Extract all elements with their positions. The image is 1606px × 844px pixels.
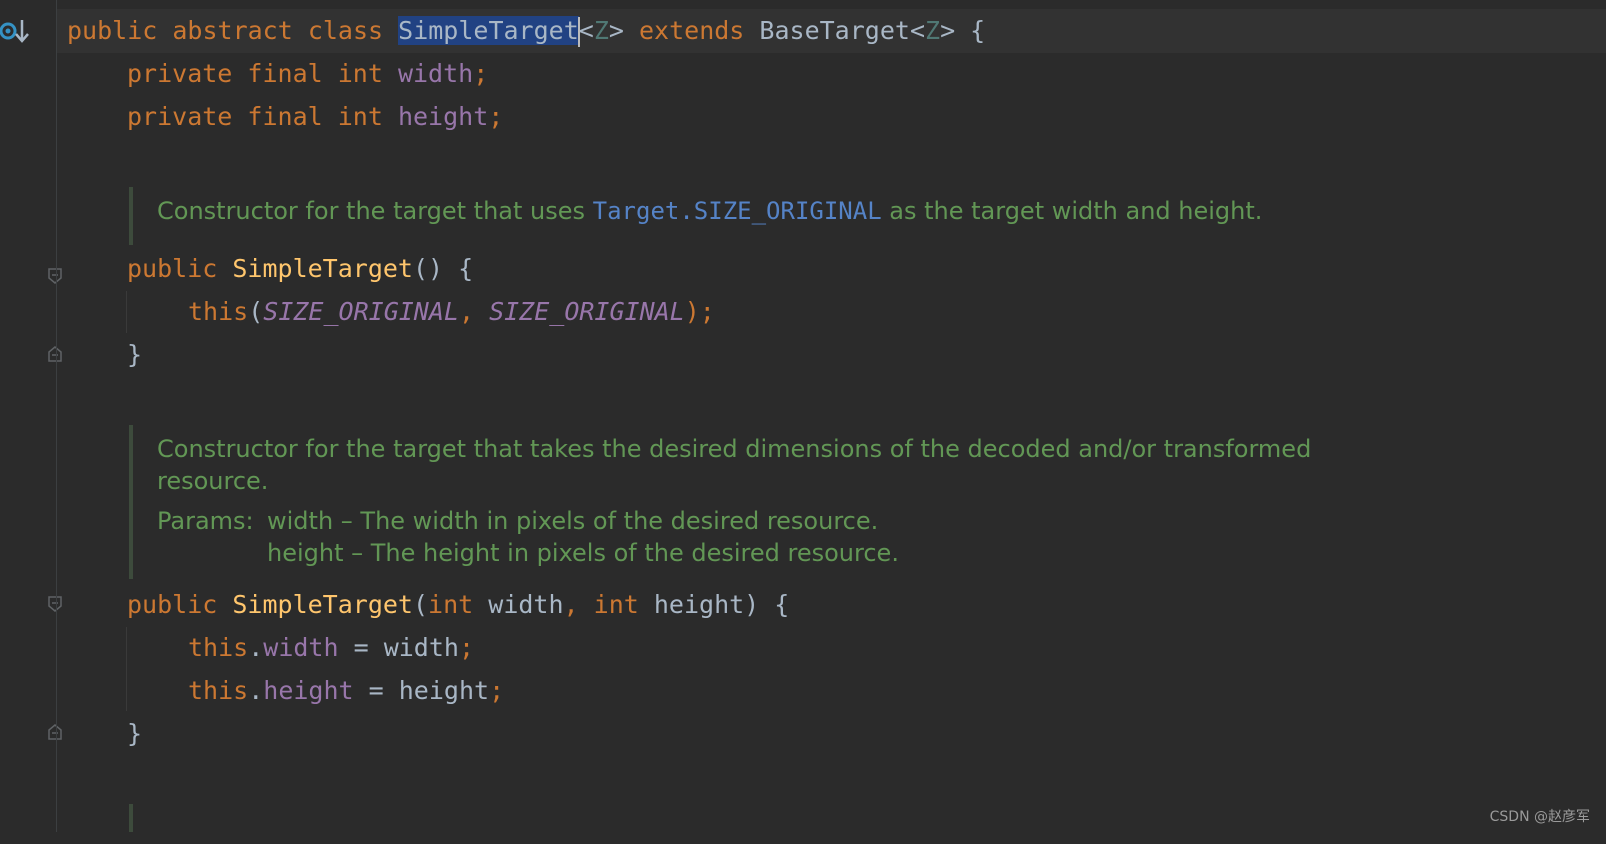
- keyword: this: [188, 633, 249, 662]
- field-height-line[interactable]: private final int height;: [57, 95, 1606, 139]
- editor-gutter: [0, 0, 62, 832]
- keyword: public: [127, 254, 233, 283]
- keyword: private final int: [127, 102, 398, 131]
- punctuation: (: [248, 297, 264, 326]
- code-editor[interactable]: public abstract class SimpleTarget<Z> ex…: [57, 0, 1606, 832]
- selected-class-name[interactable]: SimpleTarget: [398, 16, 579, 45]
- comma: ,: [458, 297, 490, 326]
- doc-param: height – The height in pixels of the des…: [267, 539, 899, 567]
- generic-open: <: [909, 16, 925, 45]
- parameter-name[interactable]: height: [654, 590, 744, 619]
- keyword: this: [188, 676, 249, 705]
- field-name[interactable]: width: [398, 59, 473, 88]
- constant-reference[interactable]: SIZE_ORIGINAL: [263, 297, 459, 326]
- doc-text: Constructor for the target that uses: [157, 197, 593, 225]
- javadoc-rendered[interactable]: Constructor for the target that takes th…: [129, 425, 1311, 579]
- field-width-line[interactable]: private final int width;: [57, 52, 1606, 96]
- doc-text: as the target width and height.: [881, 197, 1263, 225]
- doc-text: Constructor for the target that takes th…: [157, 435, 1312, 463]
- keyword: public abstract class: [67, 16, 399, 45]
- base-class-name[interactable]: BaseTarget: [759, 16, 910, 45]
- override-marker-icon[interactable]: [0, 16, 40, 46]
- type-parameter: Z: [593, 16, 609, 45]
- punctuation: () {: [412, 254, 474, 283]
- semicolon: ;: [473, 59, 489, 88]
- constructor1-signature-line[interactable]: public SimpleTarget() {: [57, 247, 1606, 291]
- semicolon: ;: [489, 676, 505, 705]
- keyword: this: [188, 297, 249, 326]
- field-reference[interactable]: height: [263, 676, 353, 705]
- class-declaration-line[interactable]: public abstract class SimpleTarget<Z> ex…: [57, 9, 1606, 53]
- constant-reference[interactable]: SIZE_ORIGINAL: [489, 297, 685, 326]
- constructor2-signature-line[interactable]: public SimpleTarget(int width, int heigh…: [57, 583, 1606, 627]
- comma: ,: [563, 590, 594, 619]
- doc-params-label: Params:: [157, 507, 254, 535]
- punctuation: );: [684, 297, 715, 326]
- constructor2-body-line[interactable]: this.width = width;: [57, 626, 1606, 670]
- punctuation: (: [412, 590, 429, 619]
- constructor2-body-line[interactable]: this.height = height;: [57, 669, 1606, 713]
- field-name[interactable]: height: [398, 102, 488, 131]
- generic-open: <: [578, 16, 594, 45]
- punctuation: .: [248, 676, 264, 705]
- parameter-name[interactable]: width: [488, 590, 563, 619]
- constructor1-body-line[interactable]: this(SIZE_ORIGINAL, SIZE_ORIGINAL);: [57, 290, 1606, 334]
- watermark: CSDN @赵彦军: [1489, 809, 1590, 825]
- javadoc-rendered[interactable]: Constructor for the target that uses Tar…: [129, 187, 1262, 245]
- doc-text: resource.: [157, 467, 269, 495]
- generic-close: >: [608, 16, 639, 45]
- assignment: = width: [338, 633, 459, 662]
- constructor1-close-line[interactable]: }: [57, 333, 1606, 377]
- generic-close: > {: [940, 16, 986, 45]
- doc-link[interactable]: Target.SIZE_ORIGINAL: [593, 197, 882, 225]
- keyword: extends: [639, 16, 760, 45]
- closing-brace: }: [127, 340, 143, 369]
- punctuation: ) {: [744, 590, 790, 619]
- closing-brace: }: [127, 719, 143, 748]
- semicolon: ;: [488, 102, 504, 131]
- constructor-name[interactable]: SimpleTarget: [232, 254, 413, 283]
- keyword: int: [428, 590, 489, 619]
- constructor-name[interactable]: SimpleTarget: [232, 590, 413, 619]
- semicolon: ;: [458, 633, 475, 662]
- keyword: public: [127, 590, 233, 619]
- doc-param: width – The width in pixels of the desir…: [267, 507, 879, 535]
- javadoc-rendered: [129, 804, 133, 832]
- punctuation: .: [248, 633, 264, 662]
- field-reference[interactable]: width: [263, 633, 338, 662]
- keyword: int: [593, 590, 654, 619]
- constructor2-close-line[interactable]: }: [57, 712, 1606, 756]
- type-parameter: Z: [925, 16, 941, 45]
- assignment: = height: [353, 676, 490, 705]
- keyword: private final int: [127, 59, 398, 88]
